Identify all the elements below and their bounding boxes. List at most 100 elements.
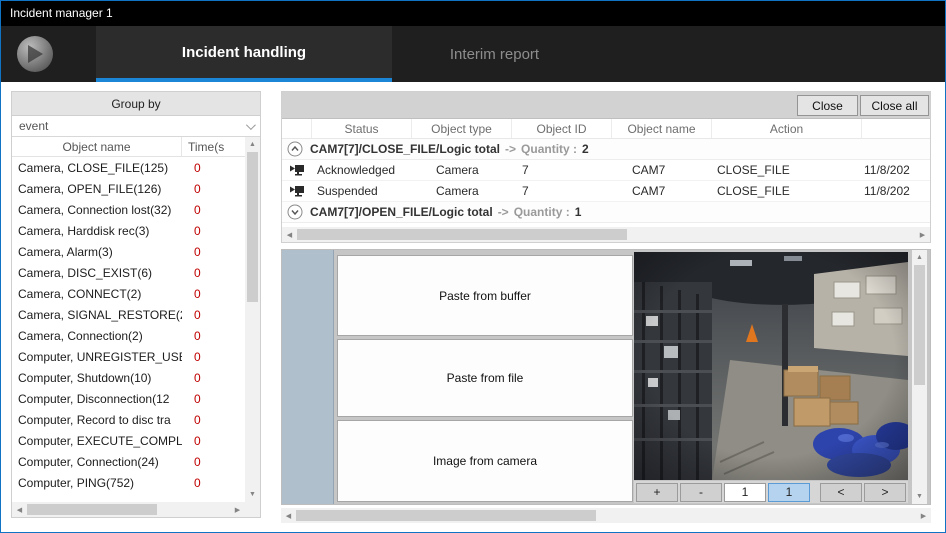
incident-table-panel: Close Close all Status Object type Objec… [281, 91, 931, 243]
expand-icon[interactable] [287, 204, 303, 220]
list-item[interactable]: Computer, Record to disc tra 0 [12, 409, 245, 430]
cell-date: 11/8/202 [862, 184, 930, 198]
list-item[interactable]: Camera, Connection(2) 0 [12, 325, 245, 346]
side-strip [282, 250, 334, 504]
incident-table-hscrollbar[interactable]: ◀ ▶ [282, 227, 930, 242]
scroll-up-icon[interactable]: ▲ [245, 137, 260, 152]
event-list-vscrollbar[interactable]: ▲ ▼ [245, 137, 260, 502]
camera-icon [282, 164, 312, 176]
event-count: 0 [182, 224, 245, 238]
scroll-right-icon[interactable]: ▶ [915, 227, 930, 242]
group-row-open-file[interactable]: CAM7[7]/OPEN_FILE/Logic total -> Quantit… [282, 202, 930, 223]
event-name: Camera, OPEN_FILE(126) [12, 182, 182, 196]
column-action[interactable]: Action [712, 119, 862, 138]
camera-icon [282, 185, 312, 197]
scroll-down-icon[interactable]: ▼ [245, 487, 260, 502]
list-item[interactable]: Computer, EXECUTE_COMPL 0 [12, 430, 245, 451]
cell-status: Suspended [312, 184, 412, 198]
scrollbar-corner [245, 502, 260, 517]
column-date[interactable] [862, 119, 930, 138]
close-all-button[interactable]: Close all [860, 95, 929, 116]
event-count: 0 [182, 161, 245, 175]
scroll-right-icon[interactable]: ▶ [916, 508, 931, 523]
hscroll-thumb[interactable] [297, 229, 627, 240]
camera-preview-image [634, 252, 908, 480]
cell-date: 11/8/202 [862, 163, 930, 177]
event-name: Computer, Disconnection(12 [12, 392, 182, 406]
column-status[interactable]: Status [312, 119, 412, 138]
image-from-camera-button[interactable]: Image from camera [337, 420, 633, 502]
cell-action: CLOSE_FILE [712, 163, 862, 177]
list-item[interactable]: Camera, CONNECT(2) 0 [12, 283, 245, 304]
column-object-id[interactable]: Object ID [512, 119, 612, 138]
list-item[interactable]: Computer, Disconnection(12 0 [12, 388, 245, 409]
action-panel-vscrollbar[interactable]: ▲ ▼ [912, 250, 927, 504]
column-object-type[interactable]: Object type [412, 119, 512, 138]
vscroll-thumb[interactable] [914, 265, 925, 385]
list-item[interactable]: Camera, Connection lost(32) 0 [12, 199, 245, 220]
list-item[interactable]: Camera, SIGNAL_RESTORE(2 0 [12, 304, 245, 325]
scroll-left-icon[interactable]: ◀ [12, 502, 27, 517]
incident-row[interactable]: Suspended Camera 7 CAM7 CLOSE_FILE 11/8/… [282, 181, 930, 202]
list-item[interactable]: Computer, Connection(24) 0 [12, 451, 245, 472]
event-name: Computer, PING(752) [12, 476, 182, 490]
list-item[interactable]: Computer, Shutdown(10) 0 [12, 367, 245, 388]
scroll-left-icon[interactable]: ◀ [282, 227, 297, 242]
group-by-select[interactable]: event [12, 116, 260, 137]
hscroll-thumb[interactable] [27, 504, 157, 515]
scroll-right-icon[interactable]: ▶ [230, 502, 245, 517]
incident-manager-window: Incident manager 1 Incident handling Int… [0, 0, 946, 533]
page-total-field[interactable]: 1 [768, 483, 810, 502]
action-panel-hscrollbar[interactable]: ◀ ▶ [281, 508, 931, 523]
event-name: Camera, CONNECT(2) [12, 287, 182, 301]
event-count: 0 [182, 329, 245, 343]
list-item[interactable]: Camera, DISC_EXIST(6) 0 [12, 262, 245, 283]
list-item[interactable]: Camera, Harddisk rec(3) 0 [12, 220, 245, 241]
event-list-hscrollbar[interactable]: ◀ ▶ [12, 502, 245, 517]
chevron-down-icon [246, 120, 256, 130]
list-item[interactable]: Computer, PING(752) 0 [12, 472, 245, 493]
scroll-up-icon[interactable]: ▲ [912, 250, 927, 265]
column-object-name[interactable]: Object name [612, 119, 712, 138]
list-item[interactable]: Camera, OPEN_FILE(126) 0 [12, 178, 245, 199]
list-item[interactable]: Camera, CLOSE_FILE(125) 0 [12, 157, 245, 178]
prev-image-button[interactable]: < [820, 483, 862, 502]
group-quantity-value: 1 [575, 205, 582, 219]
event-name: Computer, EXECUTE_COMPL [12, 434, 182, 448]
paste-from-buffer-button[interactable]: Paste from buffer [337, 255, 633, 336]
page-current-field[interactable]: 1 [724, 483, 766, 502]
group-by-label: Group by [12, 92, 260, 116]
scroll-left-icon[interactable]: ◀ [281, 508, 296, 523]
event-count: 0 [182, 266, 245, 280]
group-row-close-file[interactable]: CAM7[7]/CLOSE_FILE/Logic total -> Quanti… [282, 139, 930, 160]
cell-object-id: 7 [512, 163, 612, 177]
event-name: Computer, UNREGISTER_USE [12, 350, 182, 364]
tab-incident-handling[interactable]: Incident handling [96, 26, 392, 82]
event-name: Computer, Shutdown(10) [12, 371, 182, 385]
next-image-button[interactable]: > [864, 483, 906, 502]
event-name: Camera, Harddisk rec(3) [12, 224, 182, 238]
incident-row[interactable]: Acknowledged Camera 7 CAM7 CLOSE_FILE 11… [282, 160, 930, 181]
event-count: 0 [182, 245, 245, 259]
list-item[interactable]: Camera, Alarm(3) 0 [12, 241, 245, 262]
close-button[interactable]: Close [797, 95, 858, 116]
incident-rows: Acknowledged Camera 7 CAM7 CLOSE_FILE 11… [282, 160, 930, 202]
scroll-down-icon[interactable]: ▼ [912, 489, 927, 504]
paste-from-file-button[interactable]: Paste from file [337, 339, 633, 417]
incident-toolbar: Close Close all [282, 92, 930, 119]
collapse-icon[interactable] [287, 141, 303, 157]
vscroll-thumb[interactable] [247, 152, 258, 302]
group-quantity-label: Quantity : [521, 142, 577, 156]
list-item[interactable]: Computer, UNREGISTER_USE 0 [12, 346, 245, 367]
group-title: CAM7[7]/CLOSE_FILE/Logic total [310, 142, 500, 156]
tab-interim-report[interactable]: Interim report [392, 26, 597, 82]
cell-action: CLOSE_FILE [712, 184, 862, 198]
cell-object-type: Camera [412, 184, 512, 198]
column-object-name[interactable]: Object name [12, 137, 182, 156]
event-name: Camera, Connection lost(32) [12, 203, 182, 217]
event-count: 0 [182, 371, 245, 385]
hscroll-thumb[interactable] [296, 510, 596, 521]
zoom-out-button[interactable]: - [680, 483, 722, 502]
column-time[interactable]: Time(s [182, 137, 245, 156]
zoom-in-button[interactable]: + [636, 483, 678, 502]
